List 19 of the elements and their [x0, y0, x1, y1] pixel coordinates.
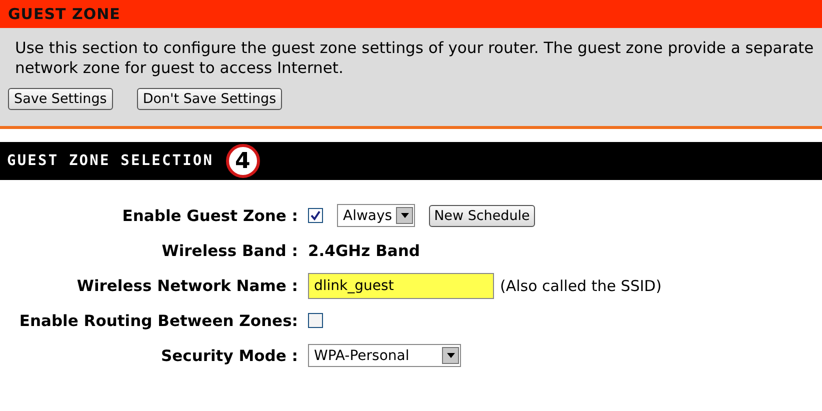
step-badge: 4	[226, 144, 260, 178]
dropdown[interactable]: WPA-Personal	[308, 344, 461, 367]
intro-text: Use this section to configure the guest zone settings of your router. The guest zone provide a separate network zone for guest to access Internet.	[15, 38, 814, 78]
checkbox[interactable]	[308, 313, 323, 328]
hint-text: (Also called the SSID)	[500, 276, 662, 294]
input-field[interactable]: dlink_guest	[308, 272, 494, 298]
field-value: 2.4GHz Band	[308, 242, 420, 260]
section-title: GUEST ZONE	[8, 5, 120, 23]
field-label: Wireless Network Name :	[76, 276, 299, 294]
dropdown[interactable]: Always	[337, 204, 416, 227]
dont-save-button[interactable]: Don't Save Settings	[136, 88, 282, 110]
new-schedule-button[interactable]: New Schedule	[429, 204, 535, 226]
section-title: GUEST ZONE SELECTION	[7, 153, 214, 169]
checkbox[interactable]	[308, 208, 323, 223]
field-label: Wireless Band :	[160, 242, 299, 260]
save-button[interactable]: Save Settings	[8, 88, 113, 110]
field-label: Security Mode :	[160, 346, 299, 364]
field-label: Enable Guest Zone :	[121, 206, 299, 224]
field-label: Enable Routing Between Zones:	[18, 312, 299, 330]
